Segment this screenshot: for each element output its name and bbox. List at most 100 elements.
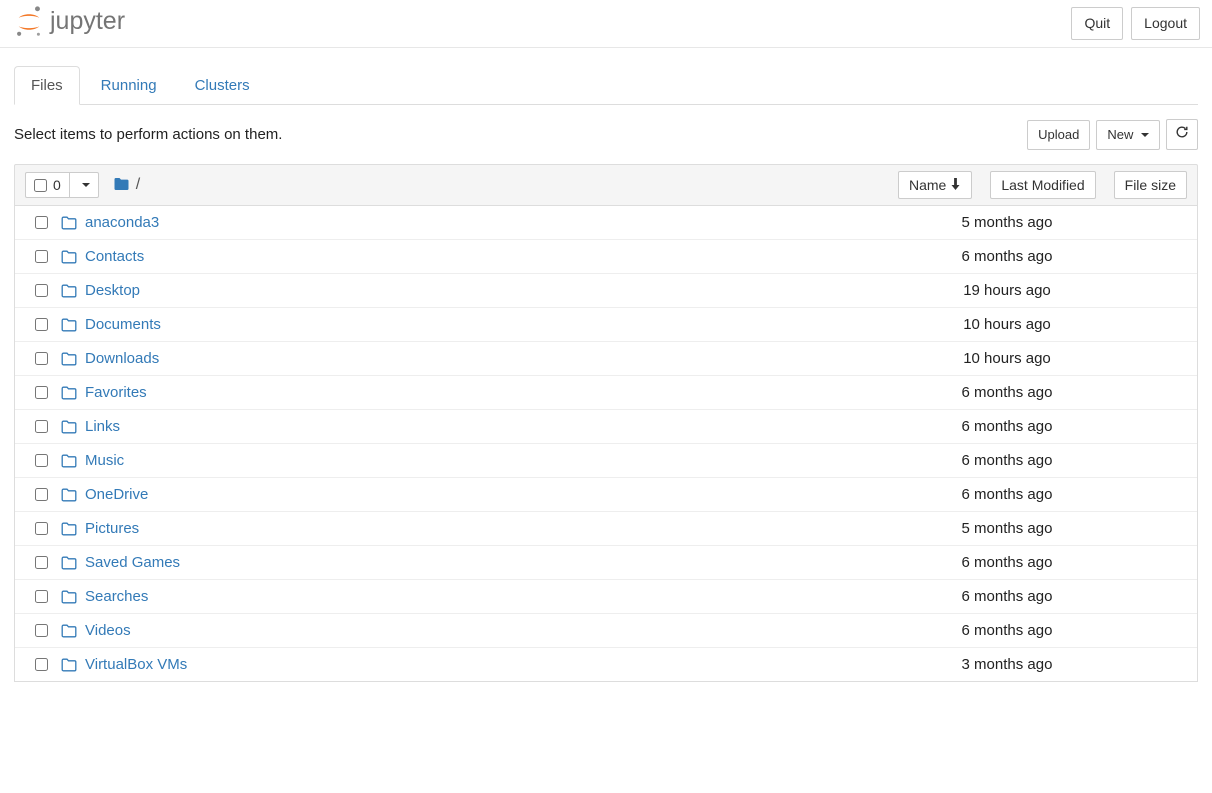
item-modified: 5 months ago xyxy=(907,214,1107,231)
item-link[interactable]: Contacts xyxy=(85,248,144,265)
table-row: Links 6 months ago xyxy=(15,410,1197,444)
select-menu-toggle[interactable] xyxy=(69,173,98,197)
table-row: Videos 6 months ago xyxy=(15,614,1197,648)
folder-icon xyxy=(57,352,81,366)
row-checkbox[interactable] xyxy=(35,250,48,263)
table-row: OneDrive 6 months ago xyxy=(15,478,1197,512)
table-row: Favorites 6 months ago xyxy=(15,376,1197,410)
item-modified: 3 months ago xyxy=(907,656,1107,673)
folder-icon xyxy=(57,658,81,672)
table-row: Contacts 6 months ago xyxy=(15,240,1197,274)
main-tabs: Files Running Clusters xyxy=(14,66,1198,105)
page-header: jupyter Quit Logout xyxy=(0,0,1212,48)
new-dropdown-button[interactable]: New xyxy=(1096,120,1160,150)
row-checkbox[interactable] xyxy=(35,386,48,399)
breadcrumb-separator: / xyxy=(136,176,140,194)
refresh-icon xyxy=(1175,125,1189,144)
item-link[interactable]: Pictures xyxy=(85,520,139,537)
tab-running[interactable]: Running xyxy=(84,66,174,105)
item-link[interactable]: Desktop xyxy=(85,282,140,299)
folder-icon xyxy=(113,177,130,194)
item-modified: 6 months ago xyxy=(907,622,1107,639)
item-link[interactable]: Music xyxy=(85,452,124,469)
row-checkbox[interactable] xyxy=(35,556,48,569)
item-modified: 6 months ago xyxy=(907,486,1107,503)
select-all-control[interactable]: 0 xyxy=(25,172,99,198)
folder-icon xyxy=(57,420,81,434)
row-checkbox[interactable] xyxy=(35,454,48,467)
table-row: VirtualBox VMs 3 months ago xyxy=(15,648,1197,681)
item-link[interactable]: OneDrive xyxy=(85,486,148,503)
column-modified-label: Last Modified xyxy=(1001,177,1084,193)
folder-icon xyxy=(57,556,81,570)
table-row: Desktop 19 hours ago xyxy=(15,274,1197,308)
caret-down-icon xyxy=(82,183,90,187)
item-link[interactable]: VirtualBox VMs xyxy=(85,656,187,673)
folder-icon xyxy=(57,284,81,298)
new-button-label: New xyxy=(1107,127,1133,142)
item-link[interactable]: Searches xyxy=(85,588,148,605)
sort-by-modified-button[interactable]: Last Modified xyxy=(990,171,1095,199)
selected-count: 0 xyxy=(53,177,61,193)
table-row: Documents 10 hours ago xyxy=(15,308,1197,342)
tab-files[interactable]: Files xyxy=(14,66,80,105)
item-modified: 19 hours ago xyxy=(907,282,1107,299)
item-link[interactable]: Downloads xyxy=(85,350,159,367)
logo-text: jupyter xyxy=(50,9,125,38)
row-checkbox[interactable] xyxy=(35,216,48,229)
action-hint: Select items to perform actions on them. xyxy=(14,126,282,143)
select-all-checkbox[interactable] xyxy=(34,179,47,192)
table-row: anaconda3 5 months ago xyxy=(15,206,1197,240)
file-list-body: anaconda3 5 months ago Contacts 6 months a… xyxy=(14,206,1198,682)
item-modified: 6 months ago xyxy=(907,248,1107,265)
arrow-down-icon xyxy=(950,178,961,192)
item-link[interactable]: Documents xyxy=(85,316,161,333)
item-modified: 6 months ago xyxy=(907,418,1107,435)
item-modified: 6 months ago xyxy=(907,588,1107,605)
sort-by-size-button[interactable]: File size xyxy=(1114,171,1187,199)
row-checkbox[interactable] xyxy=(35,590,48,603)
file-list-header: 0 / Name Last Modified File size xyxy=(14,164,1198,206)
item-modified: 10 hours ago xyxy=(907,316,1107,333)
quit-button[interactable]: Quit xyxy=(1071,7,1123,41)
sort-by-name-button[interactable]: Name xyxy=(898,171,972,199)
row-checkbox[interactable] xyxy=(35,318,48,331)
column-size-label: File size xyxy=(1125,177,1176,193)
row-checkbox[interactable] xyxy=(35,658,48,671)
folder-icon xyxy=(57,624,81,638)
folder-icon xyxy=(57,488,81,502)
item-modified: 6 months ago xyxy=(907,384,1107,401)
tab-clusters[interactable]: Clusters xyxy=(178,66,267,105)
item-link[interactable]: Saved Games xyxy=(85,554,180,571)
refresh-button[interactable] xyxy=(1166,119,1198,150)
item-link[interactable]: anaconda3 xyxy=(85,214,159,231)
table-row: Music 6 months ago xyxy=(15,444,1197,478)
breadcrumb[interactable]: / xyxy=(113,176,140,194)
upload-button[interactable]: Upload xyxy=(1027,120,1090,150)
row-checkbox[interactable] xyxy=(35,352,48,365)
table-row: Downloads 10 hours ago xyxy=(15,342,1197,376)
row-checkbox[interactable] xyxy=(35,624,48,637)
folder-icon xyxy=(57,318,81,332)
caret-down-icon xyxy=(1141,133,1149,137)
item-link[interactable]: Links xyxy=(85,418,120,435)
item-link[interactable]: Favorites xyxy=(85,384,147,401)
item-link[interactable]: Videos xyxy=(85,622,131,639)
table-row: Searches 6 months ago xyxy=(15,580,1197,614)
table-row: Saved Games 6 months ago xyxy=(15,546,1197,580)
logout-button[interactable]: Logout xyxy=(1131,7,1200,41)
row-checkbox[interactable] xyxy=(35,284,48,297)
row-checkbox[interactable] xyxy=(35,488,48,501)
row-checkbox[interactable] xyxy=(35,420,48,433)
table-row: Pictures5 months ago xyxy=(15,512,1197,546)
folder-icon xyxy=(57,250,81,264)
folder-icon xyxy=(57,522,81,536)
row-checkbox[interactable] xyxy=(35,522,48,535)
logo[interactable]: jupyter xyxy=(12,6,125,41)
item-modified: 6 months ago xyxy=(907,452,1107,469)
column-name-label: Name xyxy=(909,177,946,193)
item-modified: 10 hours ago xyxy=(907,350,1107,367)
folder-icon xyxy=(57,216,81,230)
item-modified: 6 months ago xyxy=(907,554,1107,571)
folder-icon xyxy=(57,386,81,400)
